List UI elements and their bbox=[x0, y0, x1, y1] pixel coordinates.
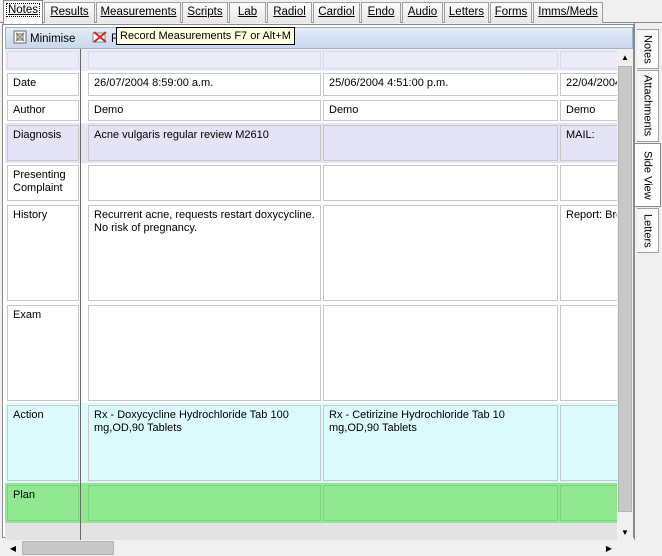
tooltip: Record Measurements F7 or Alt+M bbox=[116, 27, 295, 45]
row-date: Date 26/07/2004 8:59:00 a.m. 25/06/2004 … bbox=[5, 71, 617, 98]
tab-measurements[interactable]: Measurements bbox=[96, 2, 181, 23]
row-label-diagnosis: Diagnosis bbox=[7, 125, 79, 161]
side-tab-attachments[interactable]: Attachments bbox=[637, 70, 659, 142]
row-label-presenting-complaint: Presenting Complaint bbox=[7, 165, 79, 201]
plan-cell[interactable] bbox=[323, 485, 558, 521]
scroll-up-arrow-icon[interactable]: ▲ bbox=[617, 49, 633, 65]
grid-header-cell bbox=[88, 51, 321, 69]
action-cell[interactable]: Rx - Cetirizine Hydrochloride Tab 10 mg,… bbox=[323, 405, 558, 481]
date-cell[interactable]: 26/07/2004 8:59:00 a.m. bbox=[88, 73, 321, 96]
row-diagnosis: Diagnosis Acne vulgaris regular review M… bbox=[5, 123, 617, 163]
grid-header-row bbox=[5, 49, 617, 71]
tab-endo[interactable]: Endo bbox=[361, 2, 401, 23]
complaint-cell[interactable] bbox=[323, 165, 558, 201]
tab-results[interactable]: Results bbox=[44, 2, 95, 23]
tab-forms[interactable]: Forms bbox=[490, 2, 532, 23]
notes-grid: Date 26/07/2004 8:59:00 a.m. 25/06/2004 … bbox=[5, 49, 617, 540]
complaint-cell[interactable] bbox=[560, 165, 617, 201]
plan-cell[interactable] bbox=[88, 485, 321, 521]
scroll-right-arrow-icon[interactable]: ▶ bbox=[601, 540, 617, 556]
vertical-scrollbar[interactable]: ▲ ▼ bbox=[617, 49, 633, 540]
row-label-exam: Exam bbox=[7, 305, 79, 401]
top-tab-bar: Notes Results Measurements Scripts Lab R… bbox=[0, 0, 662, 24]
side-tab-side-view[interactable]: Side View bbox=[635, 143, 661, 207]
diagnosis-cell[interactable]: Acne vulgaris regular review M2610 bbox=[88, 125, 321, 161]
history-cell[interactable] bbox=[323, 205, 558, 301]
exam-cell[interactable] bbox=[88, 305, 321, 401]
tab-cardiol[interactable]: Cardiol bbox=[313, 2, 360, 23]
scroll-down-arrow-icon[interactable]: ▼ bbox=[617, 524, 633, 540]
row-action: Action Rx - Doxycycline Hydrochloride Ta… bbox=[5, 403, 617, 483]
scrollbar-corner bbox=[617, 540, 633, 556]
action-cell[interactable]: Rx - Doxycycline Hydrochloride Tab 100 m… bbox=[88, 405, 321, 481]
date-cell[interactable]: 22/04/2004 bbox=[560, 73, 617, 96]
tab-notes[interactable]: Notes bbox=[3, 0, 43, 24]
row-author: Author Demo Demo Demo bbox=[5, 98, 617, 123]
action-cell[interactable] bbox=[560, 405, 617, 481]
side-tab-strip: Notes Attachments Side View Letters bbox=[634, 23, 662, 540]
horizontal-scrollbar[interactable]: ◀ ▶ bbox=[5, 540, 617, 556]
row-label-plan: Plan bbox=[7, 485, 79, 521]
author-cell[interactable]: Demo bbox=[88, 100, 321, 121]
vertical-scroll-thumb[interactable] bbox=[618, 66, 632, 512]
diagnosis-cell[interactable]: MAIL: bbox=[560, 125, 617, 161]
row-label-author: Author bbox=[7, 100, 79, 121]
row-exam: Exam bbox=[5, 303, 617, 403]
tab-scripts[interactable]: Scripts bbox=[182, 2, 228, 23]
tab-imms-meds[interactable]: Imms/Meds bbox=[533, 2, 603, 23]
grid-header-cell bbox=[323, 51, 558, 69]
exam-cell[interactable] bbox=[323, 305, 558, 401]
horizontal-scroll-thumb[interactable] bbox=[22, 541, 114, 555]
row-history: History Recurrent acne, requests restart… bbox=[5, 203, 617, 303]
history-cell[interactable]: Recurrent acne, requests restart doxycyc… bbox=[88, 205, 321, 301]
author-cell[interactable]: Demo bbox=[323, 100, 558, 121]
side-tab-notes[interactable]: Notes bbox=[637, 29, 659, 69]
row-label-history: History bbox=[7, 205, 79, 301]
label-column-divider bbox=[80, 49, 81, 540]
scroll-left-arrow-icon[interactable]: ◀ bbox=[5, 540, 21, 556]
diagnosis-cell[interactable] bbox=[323, 125, 558, 161]
grid-header-cell bbox=[560, 51, 617, 69]
grid-header-cell bbox=[7, 51, 79, 69]
author-cell[interactable]: Demo bbox=[560, 100, 617, 121]
tab-radiol[interactable]: Radiol bbox=[267, 2, 312, 23]
tab-letters[interactable]: Letters bbox=[444, 2, 489, 23]
tab-audio[interactable]: Audio bbox=[402, 2, 443, 23]
row-presenting-complaint: Presenting Complaint bbox=[5, 163, 617, 203]
tab-lab[interactable]: Lab bbox=[229, 2, 266, 23]
notes-grid-wrapper: Date 26/07/2004 8:59:00 a.m. 25/06/2004 … bbox=[2, 24, 634, 556]
row-label-action: Action bbox=[7, 405, 79, 481]
date-cell[interactable]: 25/06/2004 4:51:00 p.m. bbox=[323, 73, 558, 96]
plan-cell[interactable] bbox=[560, 485, 617, 521]
complaint-cell[interactable] bbox=[88, 165, 321, 201]
history-cell[interactable]: Report: Bre bbox=[560, 205, 617, 301]
side-tab-letters[interactable]: Letters bbox=[637, 208, 659, 253]
exam-cell[interactable] bbox=[560, 305, 617, 401]
row-label-date: Date bbox=[7, 73, 79, 96]
row-plan: Plan bbox=[5, 483, 617, 523]
